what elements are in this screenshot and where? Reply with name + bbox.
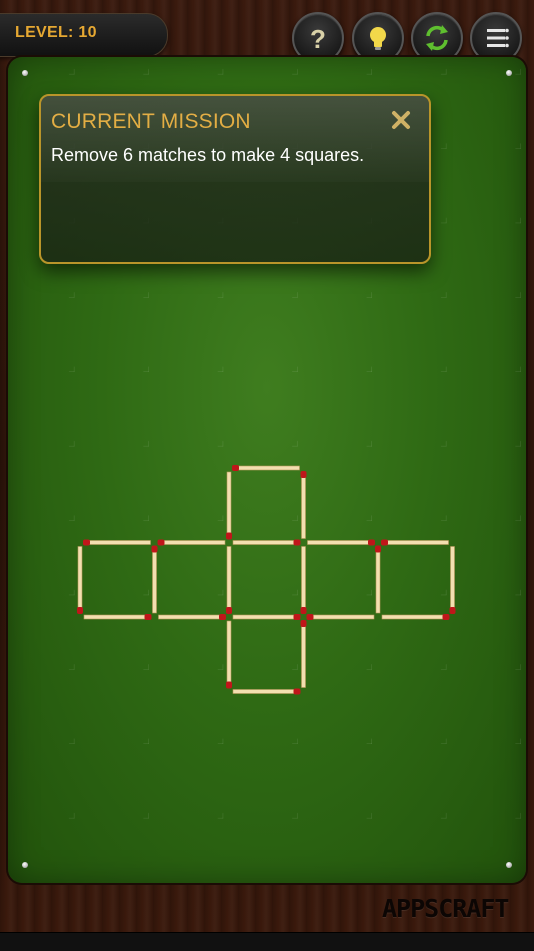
- matchstick-head: [232, 465, 239, 471]
- matchstick-head: [306, 614, 314, 620]
- matchstick[interactable]: [226, 546, 232, 615]
- matchstick-head: [226, 681, 232, 689]
- rivet: [506, 862, 512, 868]
- matchstick-head: [449, 607, 456, 614]
- matchstick[interactable]: [83, 539, 151, 546]
- appscraft-logo: APPSCRAFT: [382, 894, 509, 923]
- matchstick[interactable]: [151, 545, 158, 614]
- matchstick[interactable]: [232, 539, 301, 546]
- matchstick-body: [301, 546, 306, 614]
- matchstick-head: [300, 607, 307, 614]
- matchstick-head: [442, 614, 450, 620]
- matchstick-head: [151, 545, 158, 553]
- close-mission-button[interactable]: [389, 108, 413, 132]
- matchstick-body: [381, 614, 449, 620]
- matchstick[interactable]: [375, 545, 381, 614]
- matchstick[interactable]: [449, 546, 456, 615]
- matchstick[interactable]: [232, 614, 301, 620]
- matchstick-head: [293, 539, 301, 546]
- matchstick[interactable]: [226, 620, 232, 689]
- refresh-icon: [426, 25, 448, 51]
- matchstick-head: [219, 614, 226, 620]
- matchstick-body: [226, 471, 232, 539]
- matchstick[interactable]: [157, 539, 226, 546]
- matchstick-body: [232, 465, 300, 471]
- matchstick[interactable]: [83, 614, 152, 620]
- matchstick[interactable]: [226, 471, 232, 540]
- rivet: [22, 862, 28, 868]
- matchstick-body: [158, 614, 226, 620]
- matchstick[interactable]: [300, 471, 307, 539]
- matchstick-head: [293, 688, 301, 695]
- matchstick-head: [300, 471, 307, 478]
- matchstick-head: [144, 614, 152, 620]
- matchstick-head: [381, 539, 388, 546]
- matchstick-body: [301, 620, 306, 688]
- matchstick-body: [83, 614, 151, 620]
- matchstick[interactable]: [158, 614, 227, 620]
- matchstick-body: [301, 471, 306, 539]
- mission-panel: CURRENT MISSION Remove 6 matches to make…: [39, 94, 431, 264]
- matchstick[interactable]: [306, 614, 375, 620]
- matchstick[interactable]: [300, 620, 307, 688]
- matchstick-head: [368, 539, 375, 546]
- matchstick-head: [300, 620, 307, 627]
- matchstick-body: [226, 620, 232, 688]
- bottom-bar: [0, 932, 534, 951]
- matchstick[interactable]: [307, 539, 376, 546]
- lightbulb-icon: [370, 27, 386, 50]
- matchstick-body: [381, 540, 449, 545]
- mission-title: CURRENT MISSION: [51, 110, 251, 133]
- rivet: [22, 70, 28, 76]
- matchstick-body: [232, 540, 300, 545]
- matchstick-body: [226, 546, 232, 614]
- matchstick-head: [226, 532, 232, 540]
- svg-text:?: ?: [310, 24, 326, 54]
- matchstick-body: [307, 614, 375, 620]
- matchstick[interactable]: [232, 688, 301, 695]
- matchstick-body: [158, 540, 226, 545]
- matchstick-head: [83, 539, 90, 546]
- mission-text: Remove 6 matches to make 4 squares.: [51, 145, 365, 165]
- matchstick-body: [152, 546, 157, 614]
- matchstick-body: [83, 540, 151, 545]
- close-icon: [392, 111, 410, 129]
- matchstick[interactable]: [381, 539, 449, 546]
- matchstick[interactable]: [300, 546, 307, 615]
- matchstick-head: [375, 545, 381, 553]
- matchstick-body: [307, 540, 375, 545]
- matchstick-head: [157, 539, 165, 546]
- level-label: LEVEL: 10: [15, 24, 97, 41]
- matchstick[interactable]: [77, 546, 83, 615]
- matchstick-head: [226, 607, 232, 614]
- matchstick-head: [293, 614, 301, 620]
- matchstick-head: [77, 607, 83, 614]
- matchstick[interactable]: [232, 465, 300, 471]
- matchstick[interactable]: [381, 614, 450, 620]
- matchstick-body: [375, 546, 381, 614]
- rivet: [506, 70, 512, 76]
- menu-icon: [487, 28, 509, 48]
- matchstick-body: [450, 546, 455, 614]
- question-icon: ?: [310, 24, 326, 54]
- matchstick-body: [232, 689, 300, 694]
- matchstick-body: [77, 546, 83, 614]
- matchstick-body: [232, 614, 300, 620]
